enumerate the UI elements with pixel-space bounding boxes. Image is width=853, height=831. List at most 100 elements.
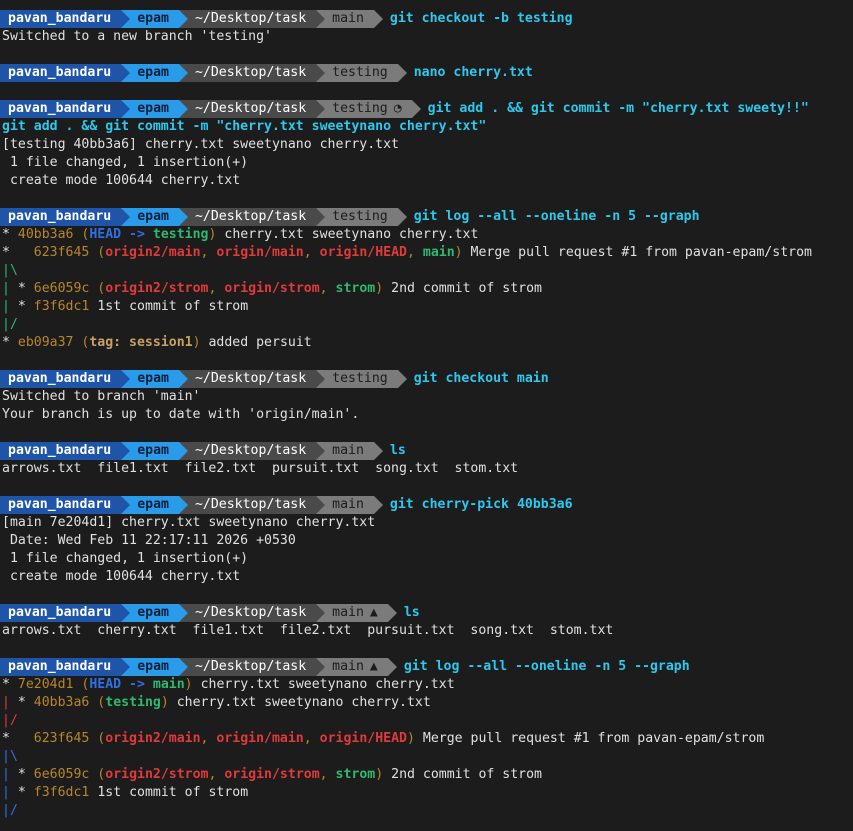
prompt-branch: testing ◔ xyxy=(316,100,421,118)
graph-pipe: | xyxy=(2,767,10,782)
graph-symbols: * xyxy=(2,677,18,692)
prompt-branch: testing xyxy=(316,208,407,226)
ref-local: testing xyxy=(152,227,209,242)
ref-sep: , xyxy=(208,767,225,782)
ref-remote: origin2/strom xyxy=(105,767,209,782)
commit-message: added persuit xyxy=(208,335,312,350)
branch-status-icon: ▲ xyxy=(369,605,378,620)
prompt-path: ~/Desktop/task xyxy=(178,442,326,460)
prompt-path: ~/Desktop/task xyxy=(178,496,326,514)
commit-hash: f3f6dc1 xyxy=(33,299,90,314)
commit-hash: 40bb3a6 xyxy=(33,695,90,710)
output-line: Date: Wed Feb 11 22:17:11 2026 +0530 xyxy=(2,533,296,548)
prompt-path: ~/Desktop/task xyxy=(178,208,326,226)
log-line: |/ xyxy=(0,802,853,820)
ref-open-paren: ( xyxy=(73,227,90,242)
graph-symbols: |/ xyxy=(2,713,18,728)
graph-symbols: |/ xyxy=(2,803,18,818)
prompt-user: pavan_bandaru xyxy=(0,10,131,28)
ref-close-paren: ) xyxy=(192,335,201,350)
msg-space xyxy=(193,677,201,692)
ref-local: strom xyxy=(335,281,376,296)
ref-close-paren: ) xyxy=(160,695,169,710)
prompt-line: pavan_bandaru epam ~/Desktop/task main ls xyxy=(0,442,853,460)
graph-pipe: | xyxy=(2,695,10,710)
branch-status-icon: ◔ xyxy=(393,101,402,116)
ref-sep: , xyxy=(208,281,225,296)
prompt-path: ~/Desktop/task xyxy=(178,370,326,388)
ref-sep: , xyxy=(303,731,320,746)
commit-message: 2nd commit of strom xyxy=(391,281,542,296)
msg-space xyxy=(169,695,177,710)
branch-name: main xyxy=(332,11,364,26)
graph-pipe: | xyxy=(2,785,10,800)
graph-symbols: | * xyxy=(2,767,34,782)
terminal-window[interactable]: pavan_bandaru epam ~/Desktop/task main git c… xyxy=(0,0,853,831)
prompt-line: pavan_bandaru epam ~/Desktop/task main git c… xyxy=(0,10,853,28)
ref-close-paren: ) xyxy=(375,281,384,296)
graph-rest: * xyxy=(9,785,34,800)
graph-symbols: * xyxy=(2,335,18,350)
graph-symbols: * xyxy=(2,245,34,260)
prompt-path: ~/Desktop/task xyxy=(178,604,326,622)
prompt-line: pavan_bandaru epam ~/Desktop/task main git c… xyxy=(0,496,853,514)
ref-open-paren: ( xyxy=(89,245,106,260)
ref-close-paren: ) xyxy=(454,245,463,260)
output-line: arrows.txt file1.txt file2.txt pursuit.t… xyxy=(2,461,519,476)
ref-tag: tag: session1 xyxy=(89,335,193,350)
ref-sep: , xyxy=(319,767,336,782)
prompt-path: ~/Desktop/task xyxy=(178,100,326,118)
ref-head: HEAD -> xyxy=(89,227,153,242)
prompt-line: pavan_bandaru epam ~/Desktop/task main ▲ git … xyxy=(0,658,853,676)
ref-sep: , xyxy=(319,281,336,296)
log-line: | * 6e6059c (origin2/strom, origin/strom… xyxy=(0,766,853,784)
prompt-line: pavan_bandaru epam ~/Desktop/task testing gi… xyxy=(0,208,853,226)
command-text: git checkout -b testing xyxy=(389,11,573,26)
prompt-path: ~/Desktop/task xyxy=(178,658,326,676)
output-line: [testing 40bb3a6] cherry.txt sweetynano … xyxy=(2,137,399,152)
ref-sep: , xyxy=(200,731,217,746)
graph-pipe: | xyxy=(2,281,10,296)
output-line: Switched to a new branch 'testing' xyxy=(2,29,272,44)
graph-symbols: * xyxy=(2,731,34,746)
commit-message: cherry.txt sweetynano cherry.txt xyxy=(224,227,479,242)
ref-remote: origin2/main xyxy=(105,245,201,260)
commit-hash: 40bb3a6 xyxy=(17,227,74,242)
commit-hash: 6e6059c xyxy=(33,767,90,782)
command-text: git cherry-pick 40bb3a6 xyxy=(389,497,573,512)
output-line: create mode 100644 cherry.txt xyxy=(2,569,241,584)
ref-remote: origin/HEAD xyxy=(319,245,407,260)
command-text: git log --all --oneline -n 5 --graph xyxy=(403,659,690,674)
graph-symbols: | * xyxy=(2,695,34,710)
log-line: * 623f645 (origin2/main, origin/main, or… xyxy=(0,244,853,262)
ref-head: HEAD -> xyxy=(89,677,153,692)
commit-message: 1st commit of strom xyxy=(97,299,249,314)
prompt-path: ~/Desktop/task xyxy=(178,10,326,28)
graph-symbols: | * xyxy=(2,281,34,296)
commit-hash: 623f645 xyxy=(33,731,90,746)
prompt-branch: main ▲ xyxy=(316,604,397,622)
commit-message: Merge pull request #1 from pavan-epam/st… xyxy=(470,245,812,260)
log-line: * 7e204d1 (HEAD -> main) cherry.txt swee… xyxy=(0,676,853,694)
prompt-user: pavan_bandaru xyxy=(0,442,131,460)
commit-hash: eb09a37 xyxy=(17,335,74,350)
branch-name: testing xyxy=(332,101,388,116)
prompt-user: pavan_bandaru xyxy=(0,658,131,676)
graph-rest: * xyxy=(9,299,34,314)
graph-pipe: | xyxy=(2,299,10,314)
msg-space xyxy=(463,245,471,260)
graph-rest: * xyxy=(9,281,34,296)
branch-name: main xyxy=(332,497,364,512)
ref-local: main xyxy=(152,677,185,692)
output-line: arrows.txt cherry.txt file1.txt file2.tx… xyxy=(2,623,614,638)
ref-local: testing xyxy=(105,695,161,710)
branch-name: testing xyxy=(332,209,388,224)
log-line: | * f3f6dc1 1st commit of strom xyxy=(0,298,853,316)
commit-hash: 6e6059c xyxy=(33,281,90,296)
ref-open-paren: ( xyxy=(73,335,90,350)
ref-close-paren: ) xyxy=(406,731,415,746)
prompt-user: pavan_bandaru xyxy=(0,64,131,82)
